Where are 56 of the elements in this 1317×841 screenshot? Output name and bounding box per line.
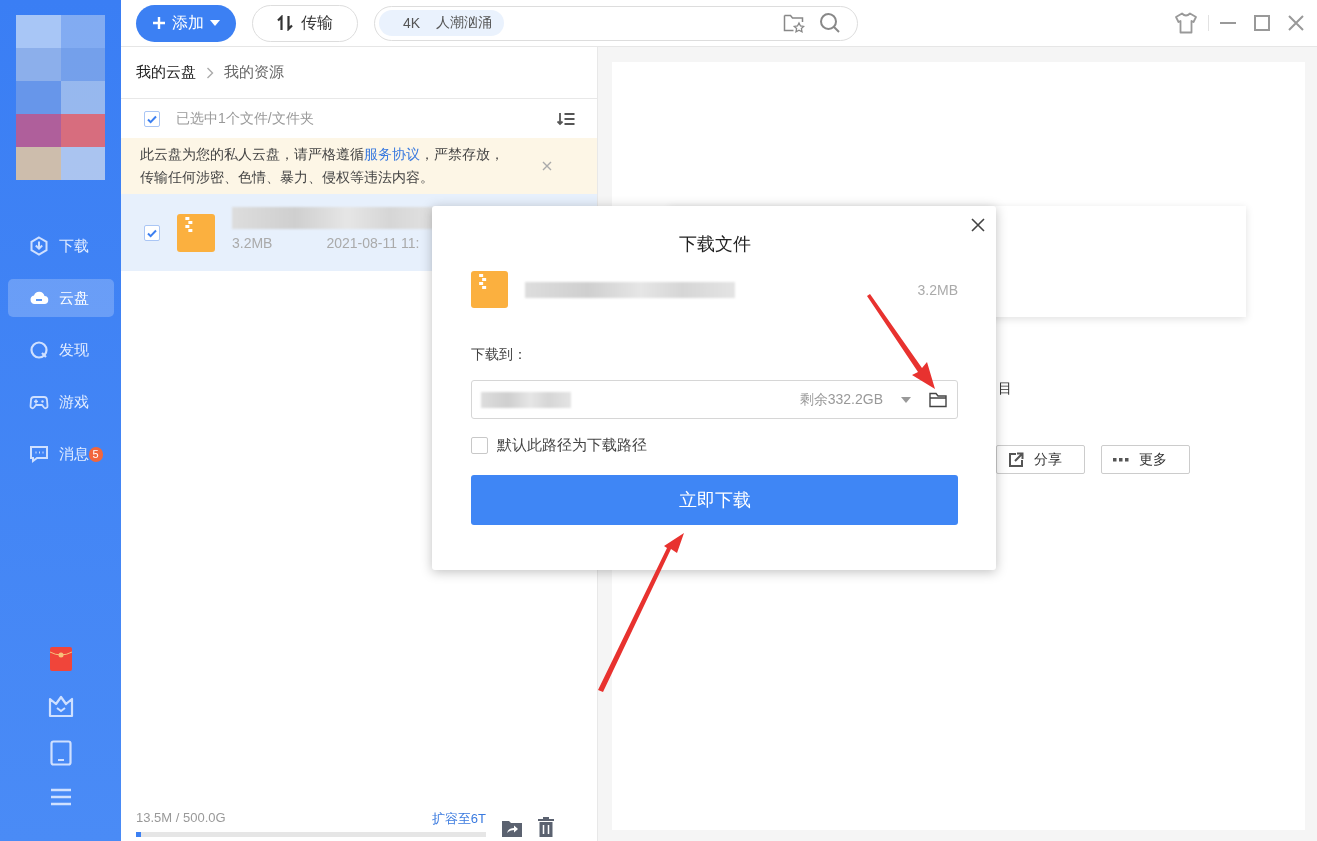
nav-item[interactable]: 云盘 xyxy=(7,279,114,317)
checkbox[interactable] xyxy=(471,437,488,454)
field-label: 下载到： xyxy=(471,346,527,364)
nav-item[interactable]: 游戏 xyxy=(7,383,114,421)
menu-icon[interactable] xyxy=(49,788,72,806)
count-badge: 5 xyxy=(88,446,103,462)
file-date: 2021-08-11 11: xyxy=(326,234,420,251)
dialog-title: 下载文件 xyxy=(678,233,751,256)
maximize-icon[interactable] xyxy=(1253,14,1271,32)
selection-count: 已选中1个文件/文件夹 xyxy=(176,109,314,128)
more-icon xyxy=(1113,457,1129,462)
details-text: 目 xyxy=(998,380,1013,398)
transfer-icon xyxy=(277,15,293,31)
shirt-icon[interactable] xyxy=(1174,12,1198,34)
tablet-icon[interactable] xyxy=(49,740,72,766)
upgrade-link[interactable]: 扩容至6T xyxy=(431,810,486,828)
chat-icon xyxy=(28,444,49,464)
search-icon[interactable] xyxy=(819,12,841,34)
folder-star-icon[interactable] xyxy=(783,13,805,33)
transfer-button[interactable]: 传输 xyxy=(252,4,358,42)
add-button[interactable]: 添加 xyxy=(136,4,236,42)
checkbox[interactable] xyxy=(144,224,160,241)
nav-item[interactable]: 下载 xyxy=(7,227,114,265)
envelope-icon[interactable] xyxy=(48,646,73,672)
more-button[interactable]: 更多 xyxy=(1101,445,1190,474)
search-suggestion[interactable]: 4K 人潮汹涌 xyxy=(379,10,505,36)
zip-file-icon xyxy=(177,213,215,252)
share-icon xyxy=(1008,451,1024,468)
download-icon xyxy=(28,236,49,256)
nav-item[interactable]: 消息 5 xyxy=(7,435,114,473)
storage-usage: 13.5M / 500.0G xyxy=(136,810,226,827)
plus-icon xyxy=(152,16,166,30)
download-now-button[interactable]: 立即下载 xyxy=(471,475,958,525)
crown-icon[interactable] xyxy=(47,694,74,718)
checkbox[interactable] xyxy=(144,110,160,127)
trash-icon[interactable] xyxy=(538,817,554,837)
caret-icon xyxy=(210,20,220,26)
link[interactable]: 服务协议 xyxy=(364,146,420,162)
breadcrumb-item[interactable]: 我的云盘 xyxy=(136,63,196,82)
folder-icon[interactable] xyxy=(929,391,947,408)
move-to-folder-icon[interactable] xyxy=(502,819,522,837)
close-icon[interactable] xyxy=(971,218,985,232)
notice-text: 此云盘为您的私人云盘，请严格遵循服务协议，严禁存放，传输任何涉密、色情、暴力、侵权等违法内容。 xyxy=(140,145,505,187)
search-icon xyxy=(28,340,49,360)
path-field[interactable]: 剩余332.2GB xyxy=(471,380,958,419)
breadcrumb-item[interactable]: 我的资源 xyxy=(224,63,284,82)
dropdown-icon[interactable] xyxy=(901,396,911,403)
file-size: 3.2MB xyxy=(917,281,958,298)
free-space: 剩余332.2GB xyxy=(799,390,883,409)
file-size: 3.2MB xyxy=(232,234,273,251)
chevron-icon xyxy=(206,66,214,79)
nav-item[interactable]: 发现 xyxy=(7,331,114,369)
zip-file-icon xyxy=(471,271,508,308)
share-button[interactable]: 分享 xyxy=(996,445,1085,474)
sort-icon[interactable] xyxy=(557,111,575,126)
checkbox-label: 默认此路径为下载路径 xyxy=(497,436,647,455)
